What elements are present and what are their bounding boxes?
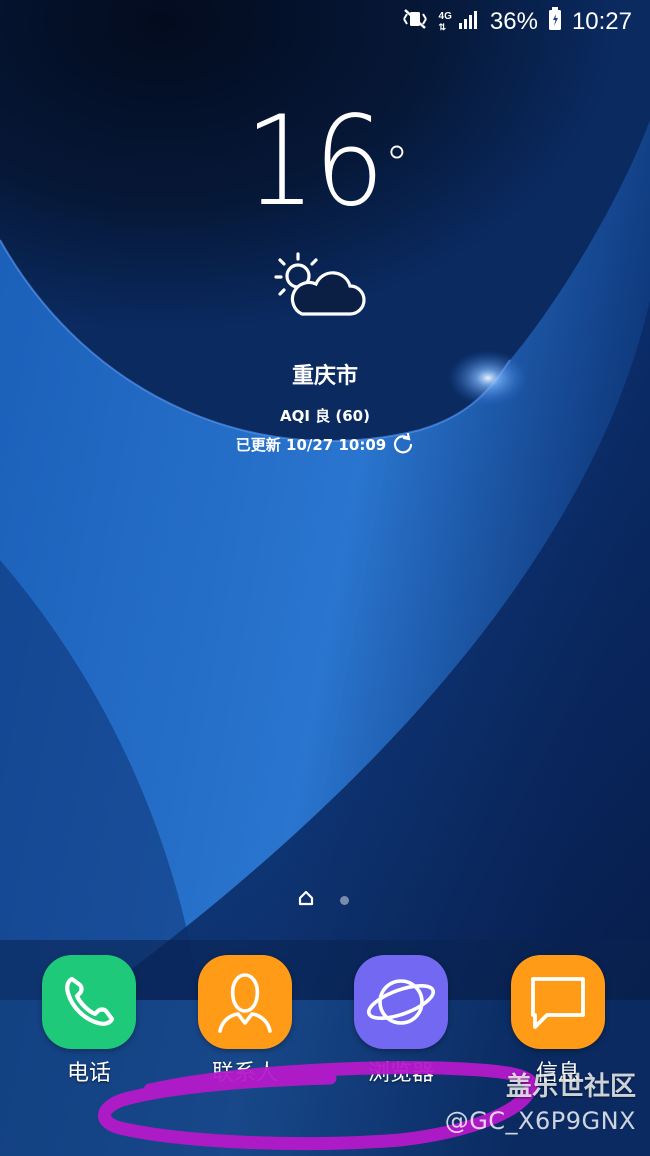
degree-symbol: °	[384, 136, 409, 192]
page-indicator	[298, 890, 349, 911]
battery-percent: 36%	[489, 8, 538, 35]
city-name[interactable]: 重庆市	[0, 358, 650, 390]
browser-icon	[354, 955, 448, 1049]
battery-icon	[548, 6, 562, 38]
page-dot[interactable]	[340, 896, 349, 905]
partly-cloudy-icon	[272, 250, 368, 322]
dock-app-phone[interactable]: 电话	[33, 955, 145, 1087]
dock-label: 浏览器	[367, 1061, 434, 1086]
message-icon	[511, 955, 605, 1049]
temperature-value: 16	[244, 90, 385, 234]
refresh-icon[interactable]	[392, 432, 414, 455]
air-quality: AQI 良 (60)	[280, 407, 370, 425]
network-type: 4G ⇅	[438, 11, 452, 33]
dock-app-contacts[interactable]: 联系人	[189, 955, 301, 1087]
last-updated: 已更新 10/27 10:09	[235, 435, 387, 454]
home-page-icon[interactable]	[298, 890, 314, 911]
signal-icon	[458, 8, 480, 36]
dock-app-browser[interactable]: 浏览器	[345, 955, 457, 1087]
dock-label: 电话	[66, 1061, 111, 1086]
phone-icon	[42, 955, 136, 1049]
update-info: 已更新 10/27 10:09	[0, 432, 650, 455]
dock-label: 联系人	[211, 1061, 278, 1086]
contacts-icon	[198, 955, 292, 1049]
network-label: 4G	[438, 11, 452, 22]
temperature[interactable]: 16°	[0, 100, 650, 224]
watermark-user: @GC_X6P9GNX	[444, 1107, 636, 1135]
vibrate-icon	[401, 7, 429, 38]
watermark-title: 盖乐世社区	[505, 1072, 636, 1102]
status-bar: 4G ⇅ 36% 10:27	[0, 0, 650, 44]
clock: 10:27	[571, 8, 632, 35]
